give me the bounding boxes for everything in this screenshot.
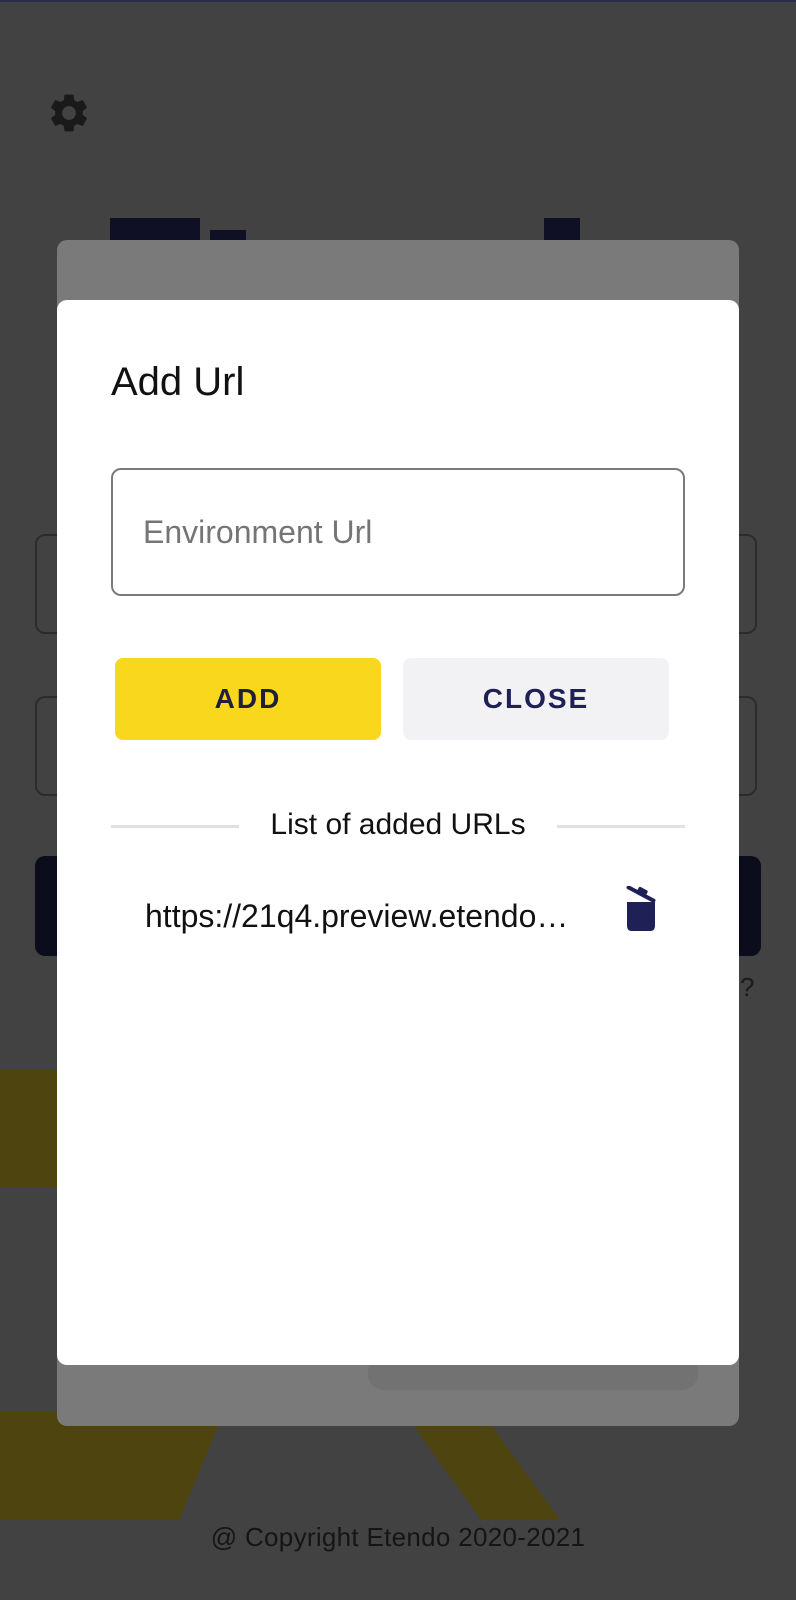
gear-icon — [51, 94, 87, 132]
divider-line — [557, 825, 685, 828]
status-bar-edge — [0, 0, 796, 2]
url-list-divider: List of added URLs — [111, 806, 685, 846]
background-help-text: ? — [740, 972, 755, 1002]
logo-fragment — [544, 218, 580, 240]
logo-fragment — [110, 218, 200, 240]
add-url-dialog: Add Url ADD CLOSE List of added URLs htt… — [57, 300, 739, 1365]
list-item[interactable]: https://21q4.preview.etendo… — [145, 886, 665, 946]
add-button[interactable]: ADD — [115, 658, 381, 740]
close-button[interactable]: CLOSE — [403, 658, 669, 740]
logo-fragment — [210, 230, 246, 240]
dialog-title: Add Url — [111, 360, 245, 404]
environment-url-input[interactable] — [111, 468, 685, 596]
copyright-text: @ Copyright Etendo 2020-2021 — [210, 1522, 586, 1552]
url-item-text[interactable]: https://21q4.preview.etendo… — [145, 898, 615, 935]
trash-icon[interactable] — [621, 886, 661, 932]
